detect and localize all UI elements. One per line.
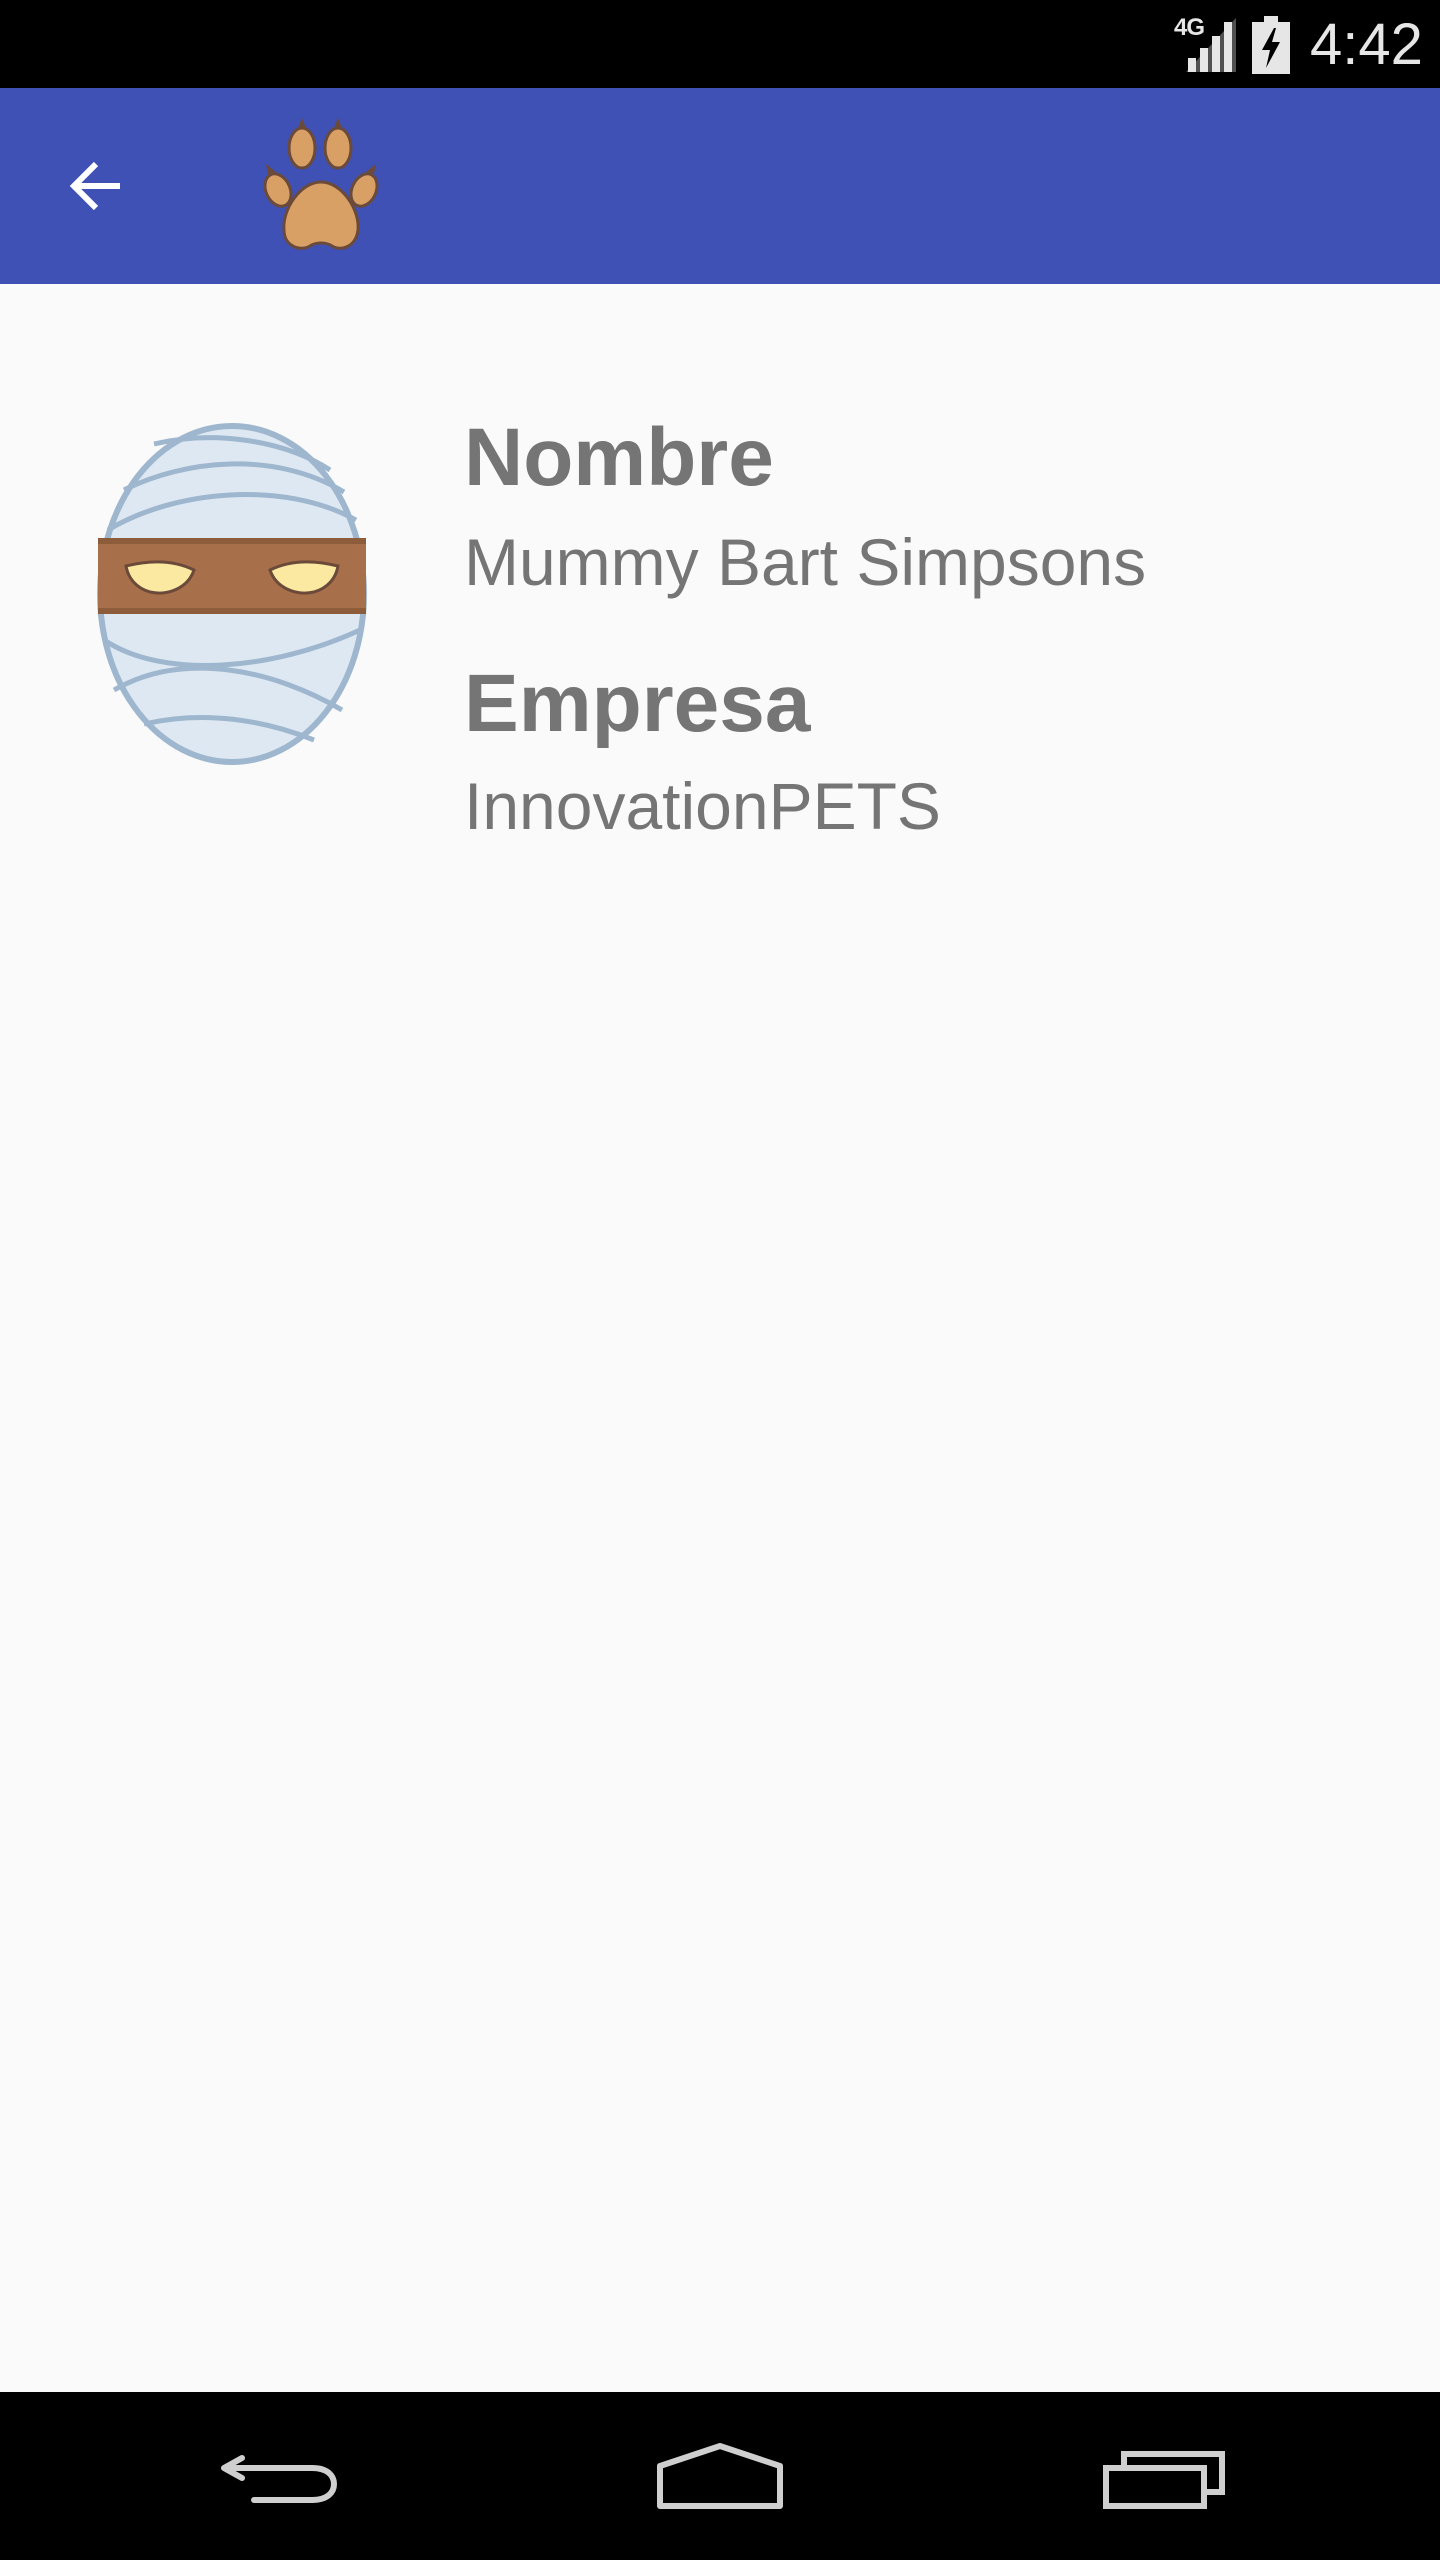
nav-recents-button[interactable]: [1044, 2392, 1284, 2560]
status-bar: 4G 4:42: [0, 0, 1440, 88]
nav-home-icon: [657, 2443, 783, 2509]
battery-charging-icon: [1252, 16, 1290, 74]
name-label: Nombre: [464, 412, 774, 503]
nav-back-button[interactable]: [160, 2392, 400, 2560]
company-value: InnovationPETS: [464, 769, 941, 843]
back-button[interactable]: [48, 138, 144, 234]
name-value: Mummy Bart Simpsons: [464, 525, 1147, 599]
nav-back-icon: [221, 2455, 338, 2503]
nav-home-button[interactable]: [600, 2392, 840, 2560]
system-nav-bar: [0, 2392, 1440, 2560]
company-label: Empresa: [464, 658, 811, 749]
arrow-back-icon: [69, 161, 120, 211]
nav-recents-icon: [1103, 2451, 1225, 2509]
app-toolbar: [0, 88, 1440, 284]
mummy-avatar: [97, 423, 367, 765]
status-time: 4:42: [1310, 12, 1423, 77]
paw-icon: [263, 118, 379, 250]
screen: 4G 4:42 Nombre Mummy Bart Simpsons Empre…: [0, 0, 1440, 2560]
network-type-label: 4G: [1174, 14, 1205, 41]
